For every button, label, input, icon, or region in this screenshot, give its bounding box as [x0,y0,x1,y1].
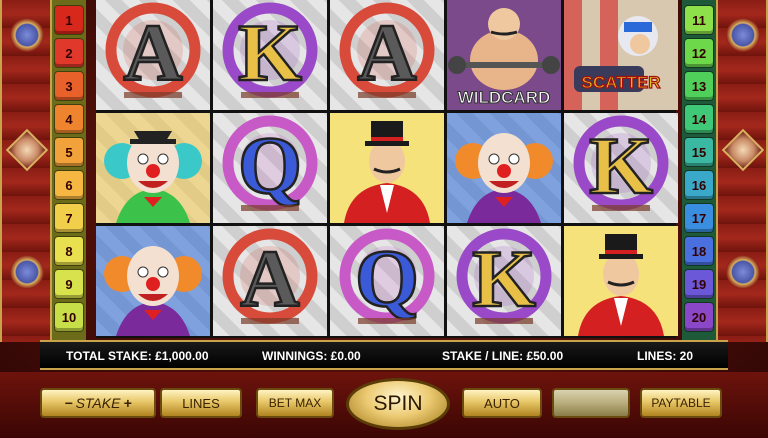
reel-symbol-letter-q: Q [330,226,444,336]
info-bar: TOTAL STAKE: £1,000.00 WINNINGS: £0.00 S… [40,340,728,370]
paytable-label: PAYTABLE [651,396,711,410]
reel-symbol-clown-orange [447,113,561,223]
payline-number[interactable]: 10 [55,303,83,331]
payline-number[interactable]: 15 [685,138,713,166]
reel-symbol-ringmaster [330,113,444,223]
right-decor-panel [716,0,768,342]
reel-symbol-clown-orange [96,226,210,336]
payline-number[interactable]: 8 [55,237,83,265]
reel-symbol-letter-a: A [330,0,444,110]
reel-symbol-wildcard-strongman: WILDCARD [447,0,561,110]
reel-symbol-scatter-cannonball: SCATTER [564,0,678,110]
payline-number[interactable]: 17 [685,204,713,232]
reel-symbol-letter-k: K [564,113,678,223]
ornament-ring [726,18,760,52]
paylines-right: 11 12 13 14 15 16 17 18 19 20 [682,0,716,342]
auto-label: AUTO [484,395,520,411]
stake-button[interactable]: − STAKE + [40,388,156,418]
payline-number[interactable]: 4 [55,105,83,133]
lines-button-label: LINES [182,395,220,411]
svg-text:WILDCARD: WILDCARD [458,88,551,107]
winnings-display: WINNINGS: £0.00 [262,349,361,363]
slot-machine: 1 2 3 4 5 6 7 8 9 10 11 12 13 14 15 16 17 18 19 20 A K Q [0,0,768,438]
svg-text:A: A [240,233,299,324]
payline-number[interactable]: 20 [685,303,713,331]
payline-number[interactable]: 5 [55,138,83,166]
payline-number[interactable]: 18 [685,237,713,265]
spin-button[interactable]: SPIN [346,378,450,430]
reel-symbol-letter-a: A [213,226,327,336]
stake-label: STAKE [75,395,121,411]
reel-symbol-letter-a: A [96,0,210,110]
ornament-ring [10,255,44,289]
paylines-left: 1 2 3 4 5 6 7 8 9 10 [52,0,86,342]
bet-max-button[interactable]: BET MAX [256,388,334,418]
paytable-button[interactable]: PAYTABLE [640,388,722,418]
payline-number[interactable]: 19 [685,270,713,298]
svg-text:SCATTER: SCATTER [581,73,660,92]
lines-display: LINES: 20 [637,349,694,363]
auto-button[interactable]: AUTO [462,388,542,418]
stake-plus-icon[interactable]: + [123,395,131,411]
payline-number[interactable]: 9 [55,270,83,298]
payline-number[interactable]: 14 [685,105,713,133]
payline-number[interactable]: 11 [685,6,713,34]
payline-number[interactable]: 1 [55,6,83,34]
stake-minus-icon[interactable]: − [64,395,72,411]
svg-text:A: A [357,7,416,98]
reel-symbol-clown-green [96,113,210,223]
payline-number[interactable]: 2 [55,39,83,67]
stake-per-line-display: STAKE / LINE: £50.00 [442,349,564,363]
svg-text:K: K [589,120,653,211]
ornament-gem [721,128,765,172]
left-decor-panel [0,0,52,342]
reel-symbol-ringmaster [564,226,678,336]
svg-text:Q: Q [238,120,302,211]
reel-symbol-letter-k: K [213,0,327,110]
payline-number[interactable]: 6 [55,171,83,199]
svg-text:Q: Q [355,233,419,324]
reel-symbol-letter-k: K [447,226,561,336]
payline-number[interactable]: 13 [685,72,713,100]
payline-number[interactable]: 7 [55,204,83,232]
bet-max-label: BET MAX [268,396,322,410]
ornament-ring [726,255,760,289]
payline-number[interactable]: 16 [685,171,713,199]
ornament-ring [10,18,44,52]
blank-button [552,388,630,418]
lines-button[interactable]: LINES [160,388,242,418]
reel-grid: A K Q A A Q WILDCARD K SCATTER K [96,0,678,338]
reel-symbol-letter-q: Q [213,113,327,223]
ornament-gem [5,128,49,172]
total-stake-display: TOTAL STAKE: £1,000.00 [66,349,209,363]
payline-number[interactable]: 3 [55,72,83,100]
svg-text:K: K [472,233,536,324]
svg-text:A: A [123,7,182,98]
spin-label: SPIN [373,392,423,415]
payline-number[interactable]: 12 [685,39,713,67]
svg-text:K: K [238,7,302,98]
